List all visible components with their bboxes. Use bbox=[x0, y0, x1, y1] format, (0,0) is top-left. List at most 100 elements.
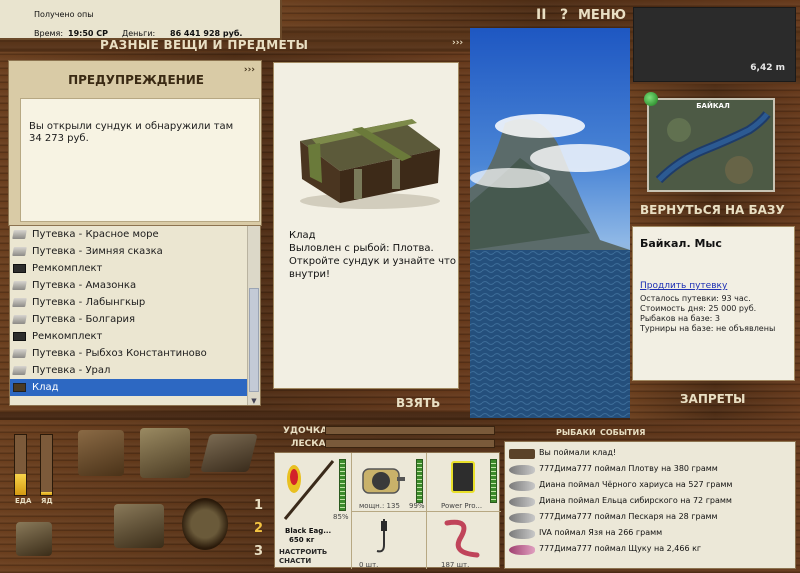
help-button[interactable]: ? bbox=[560, 7, 568, 23]
poison-label: ЯД bbox=[41, 497, 53, 505]
reel-durability: 99% bbox=[409, 502, 425, 510]
list-item[interactable]: Путевка - Амазонка bbox=[10, 277, 260, 294]
line-spool-icon[interactable] bbox=[451, 461, 475, 493]
list-item-label: Путевка - Красное море bbox=[32, 229, 159, 240]
warning-body: Вы открыли сундук и обнаружили там 34 27… bbox=[20, 98, 260, 222]
extend-ticket-link[interactable]: Продлить путевку bbox=[640, 281, 727, 291]
fish-icon bbox=[509, 497, 535, 507]
rod-slot-3[interactable]: 3 bbox=[254, 540, 263, 563]
list-item[interactable]: Путевка - Урал bbox=[10, 362, 260, 379]
list-item-label: Путевка - Амазонка bbox=[32, 280, 137, 291]
hook-count: 0 шт. bbox=[359, 561, 379, 569]
ticket-icon bbox=[12, 349, 27, 358]
line-label: ЛЕСКА bbox=[291, 439, 326, 449]
energy-label: ЕДА bbox=[15, 497, 32, 505]
fish-icon bbox=[509, 465, 535, 475]
bans-button[interactable]: ЗАПРЕТЫ bbox=[680, 392, 745, 406]
list-item-label: Путевка - Зимняя сказка bbox=[32, 246, 163, 257]
repair-kit-icon bbox=[13, 264, 26, 273]
depth-value: 6,42 m bbox=[750, 63, 785, 73]
rod-slots: 1 2 3 bbox=[254, 494, 263, 563]
map-title: БАЙКАЛ bbox=[696, 102, 730, 110]
treasure-chest-icon bbox=[300, 119, 440, 209]
line-durability-bar bbox=[490, 459, 497, 503]
ticket-icon bbox=[12, 247, 27, 256]
worm-bait-icon[interactable] bbox=[441, 517, 485, 559]
keepnet-icon[interactable] bbox=[182, 498, 228, 550]
ticket-icon bbox=[12, 298, 27, 307]
money-label: Деньги: bbox=[122, 29, 156, 38]
day-cost: Стоимость дня: 25 000 руб. bbox=[640, 304, 757, 313]
rod-tension-bar bbox=[325, 426, 495, 435]
item-description: Клад Выловлен с рыбой: Плотва. Откройте … bbox=[289, 229, 457, 281]
poison-fill bbox=[41, 492, 52, 495]
list-item[interactable]: Путевка - Зимняя сказка bbox=[10, 243, 260, 260]
items-list[interactable]: Путевка - Красное море Путевка - Зимняя с… bbox=[9, 225, 261, 406]
item-detail-panel: Клад Выловлен с рыбой: Плотва. Откройте … bbox=[273, 62, 459, 389]
camera-icon[interactable] bbox=[114, 504, 164, 548]
list-item[interactable]: Путевка - Рыбхоз Константиново bbox=[10, 345, 260, 362]
depth-display: 6,42 m bbox=[633, 7, 796, 82]
rod-slot-2[interactable]: 2 bbox=[254, 517, 263, 540]
list-item-label: Ремкомплект bbox=[32, 331, 103, 342]
line-name: Power Pro... bbox=[441, 502, 483, 510]
tab-fishers[interactable]: РЫБАКИ bbox=[556, 428, 596, 437]
poison-gauge bbox=[40, 434, 53, 496]
boat-icon[interactable] bbox=[16, 522, 52, 556]
ticket-icon bbox=[12, 315, 27, 324]
fish-icon bbox=[509, 481, 535, 491]
list-item[interactable]: Путевка - Красное море bbox=[10, 226, 260, 243]
rod-weight: 650 кг bbox=[289, 536, 315, 544]
pause-button[interactable]: II bbox=[536, 7, 546, 23]
rod-slot-1[interactable]: 1 bbox=[254, 494, 263, 517]
item-hint: Откройте сундук и узнайте что внутри! bbox=[289, 256, 456, 280]
list-item-label: Ремкомплект bbox=[32, 263, 103, 274]
fish-icon bbox=[509, 545, 535, 555]
warning-dialog: ПРЕДУПРЕЖДЕНИЕ ››› Вы открыли сундук и о… bbox=[8, 60, 262, 226]
backpack-icon[interactable] bbox=[140, 428, 190, 478]
rod-durability-bar bbox=[339, 459, 346, 511]
warning-title: ПРЕДУПРЕЖДЕНИЕ bbox=[68, 73, 204, 87]
event-item: 777Дима777 поймал Пескаря на 28 грамм bbox=[539, 512, 718, 521]
list-item[interactable]: Ремкомплект bbox=[10, 328, 260, 345]
lake-scene[interactable] bbox=[470, 28, 630, 418]
map-image bbox=[649, 100, 773, 190]
take-button[interactable]: ВЗЯТЬ bbox=[396, 396, 440, 410]
tackle-box-icon[interactable] bbox=[78, 430, 124, 476]
reel-icon[interactable] bbox=[359, 461, 407, 501]
list-item[interactable]: Путевка - Лабынгкыр bbox=[10, 294, 260, 311]
time-label: Время: bbox=[34, 29, 64, 38]
book-icon[interactable] bbox=[200, 434, 258, 472]
return-to-base-button[interactable]: ВЕРНУТЬСЯ НА БАЗУ bbox=[640, 203, 785, 217]
hook-icon[interactable] bbox=[371, 517, 397, 557]
energy-fill bbox=[15, 474, 26, 495]
items-window-collapse-icon[interactable]: ››› bbox=[452, 38, 463, 48]
repair-kit-icon bbox=[13, 332, 26, 341]
scroll-down-icon[interactable]: ▼ bbox=[249, 396, 259, 405]
rod-label: УДОЧКА bbox=[283, 426, 328, 436]
setup-tackle-button[interactable]: НАСТРОИТЬ СНАСТИ bbox=[279, 548, 333, 566]
reel-durability-bar bbox=[416, 459, 423, 503]
list-item-label: Клад bbox=[32, 382, 59, 393]
list-item-label: Путевка - Урал bbox=[32, 365, 111, 376]
energy-gauge bbox=[14, 434, 27, 496]
event-item: Вы поймали клад! bbox=[539, 448, 617, 457]
lake-map[interactable]: БАЙКАЛ bbox=[647, 98, 775, 192]
menu-button[interactable]: МЕНЮ bbox=[578, 8, 626, 23]
rod-icon[interactable] bbox=[279, 457, 337, 523]
tab-events[interactable]: СОБЫТИЯ bbox=[600, 428, 645, 437]
map-pin-icon bbox=[644, 92, 658, 106]
list-item[interactable]: Ремкомплект bbox=[10, 260, 260, 277]
items-list-scrollbar[interactable]: ▼ bbox=[247, 226, 260, 405]
event-item: Диана поймал Ельца сибирского на 72 грам… bbox=[539, 496, 732, 505]
scrollbar-thumb[interactable] bbox=[249, 288, 259, 392]
list-item[interactable]: Клад bbox=[10, 379, 260, 396]
warning-collapse-icon[interactable]: ››› bbox=[244, 65, 255, 75]
time-value: 19:50 СР bbox=[68, 29, 108, 38]
list-item[interactable]: Путевка - Болгария bbox=[10, 311, 260, 328]
money-value: 86 441 928 руб. bbox=[170, 29, 243, 38]
item-origin: Выловлен с рыбой: Плотва. bbox=[289, 243, 434, 254]
rod-name: Black Eag... bbox=[285, 527, 332, 535]
location-info-panel: Байкал. Мыс Продлить путевку Осталось пу… bbox=[632, 226, 795, 381]
scene-landscape bbox=[470, 114, 630, 418]
